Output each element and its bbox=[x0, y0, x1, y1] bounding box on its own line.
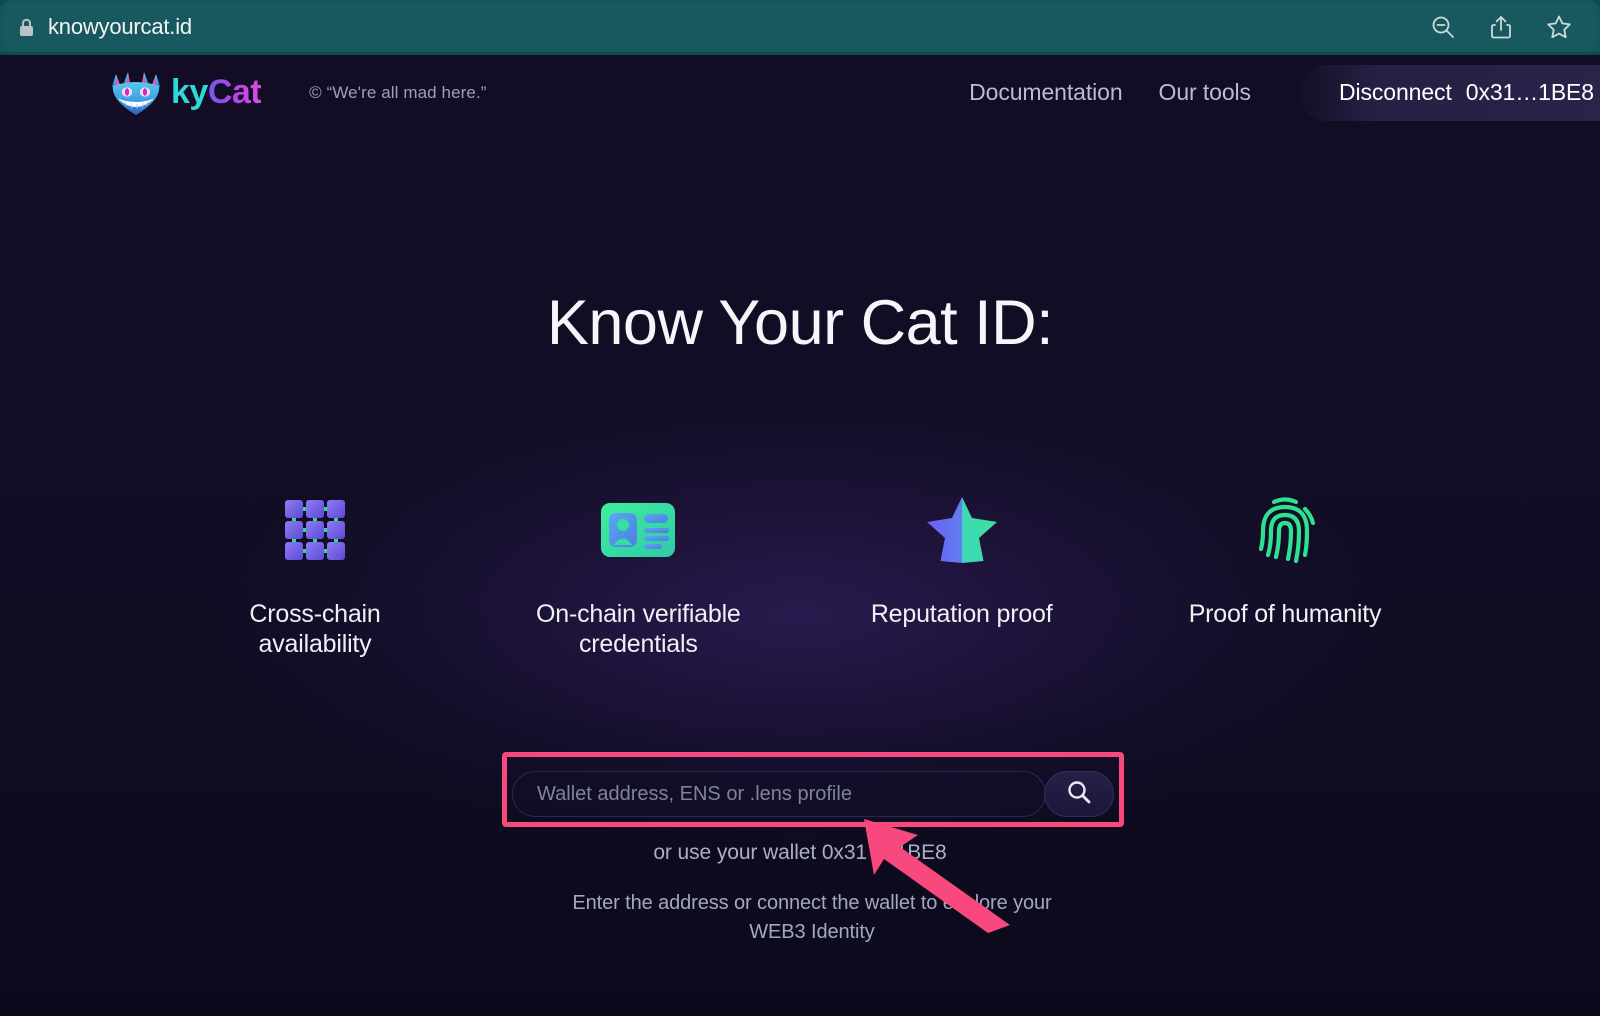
site-header: ky Cat © “We're all mad here.” Documenta… bbox=[0, 55, 1600, 130]
feature-label: On-chain verifiable credentials bbox=[536, 600, 741, 658]
browser-toolbar: knowyourcat.id bbox=[4, 2, 1596, 52]
bookmark-star-icon[interactable] bbox=[1546, 14, 1572, 40]
share-icon[interactable] bbox=[1488, 14, 1514, 40]
search-icon bbox=[1066, 779, 1092, 810]
nav-link-our-tools[interactable]: Our tools bbox=[1141, 79, 1269, 106]
disconnect-label: Disconnect bbox=[1338, 79, 1452, 105]
nav-link-documentation[interactable]: Documentation bbox=[951, 79, 1140, 106]
brand-name: ky Cat bbox=[171, 73, 262, 112]
feature-item-credentials: On-chain verifiable credentials bbox=[513, 485, 763, 659]
main-nav: Documentation Our tools Disconnect 0x31…… bbox=[951, 64, 1600, 121]
browser-actions bbox=[1430, 14, 1572, 40]
feature-label: Proof of humanity bbox=[1188, 600, 1382, 628]
zoom-out-icon[interactable] bbox=[1430, 14, 1456, 40]
feature-item-reputation: Reputation proof bbox=[837, 485, 1087, 630]
page-title: Know Your Cat ID: bbox=[546, 288, 1054, 358]
search-input-wrapper[interactable] bbox=[512, 771, 1046, 817]
cross-chain-grid-icon bbox=[280, 485, 350, 575]
cheshire-cat-logo-icon bbox=[110, 70, 162, 116]
url-text[interactable]: knowyourcat.id bbox=[48, 14, 192, 40]
wallet-address: 0x31…1BE8 bbox=[1465, 79, 1594, 105]
tagline: © “We're all mad here.” bbox=[309, 82, 487, 102]
feature-label: Reputation proof bbox=[870, 600, 1053, 628]
browser-chrome: knowyourcat.id bbox=[0, 0, 1600, 56]
search-button[interactable] bbox=[1044, 771, 1114, 817]
fingerprint-icon bbox=[1250, 485, 1320, 575]
brand[interactable]: ky Cat bbox=[110, 70, 262, 116]
feature-item-humanity: Proof of humanity bbox=[1160, 485, 1410, 630]
feature-item-cross-chain: Cross-chain availability bbox=[190, 485, 440, 659]
brand-name-ky: ky bbox=[171, 73, 208, 111]
search-bar bbox=[512, 771, 1114, 817]
disconnect-wallet-button[interactable]: Disconnect 0x31…1BE8 bbox=[1298, 64, 1600, 121]
feature-list: Cross-chain availability On-chain verifi… bbox=[190, 485, 1410, 705]
star-icon bbox=[925, 485, 999, 575]
id-card-icon bbox=[600, 485, 676, 575]
lock-icon bbox=[16, 16, 36, 38]
wallet-hint[interactable]: or use your wallet 0x31 ... 1BE8 bbox=[0, 841, 1600, 865]
brand-name-cat: Cat bbox=[207, 73, 262, 111]
feature-label: Cross-chain availability bbox=[249, 600, 381, 658]
sub-hint: Enter the address or connect the wallet … bbox=[572, 892, 1052, 943]
search-input[interactable] bbox=[513, 772, 1045, 816]
page-content: ky Cat © “We're all mad here.” Documenta… bbox=[0, 55, 1600, 1016]
